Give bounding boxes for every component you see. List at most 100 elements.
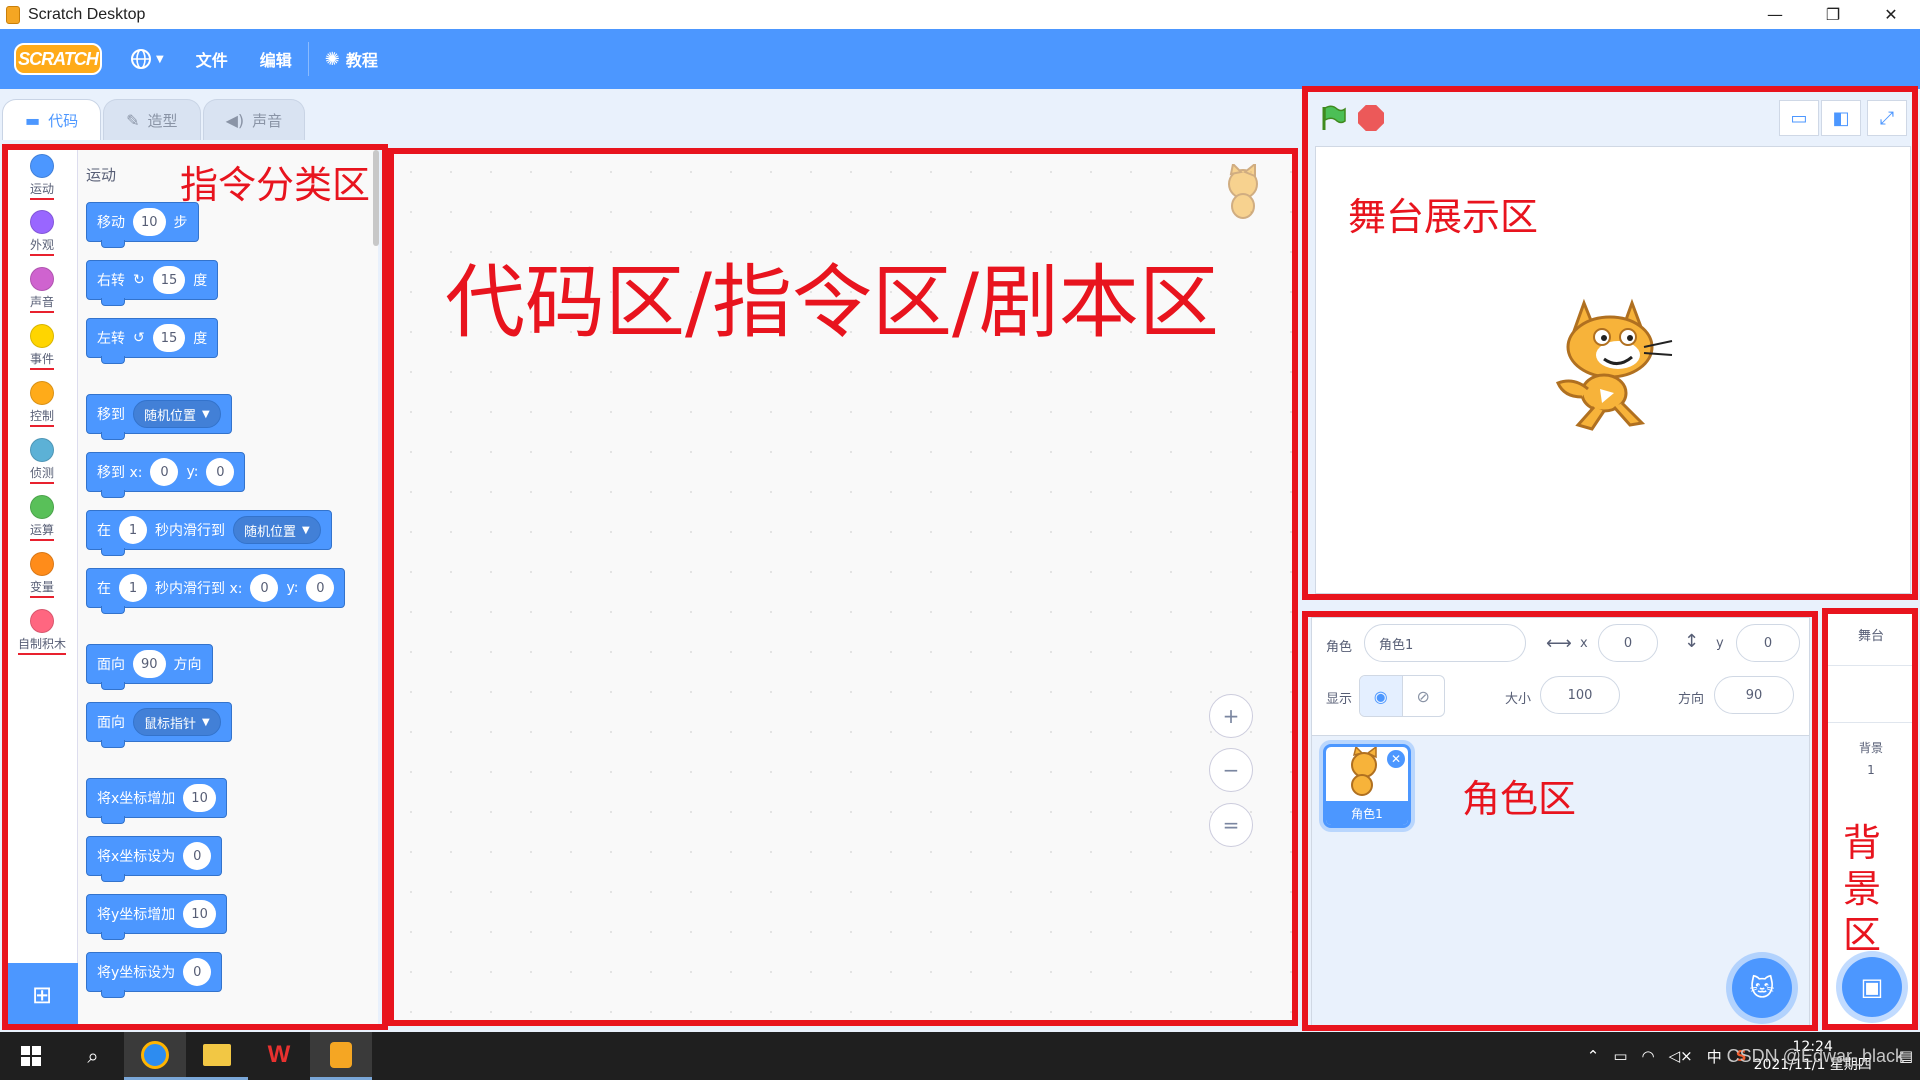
- speaker-icon: ◀): [225, 110, 245, 130]
- tab-code[interactable]: ▬ 代码: [2, 99, 102, 140]
- file-menu[interactable]: 文件: [180, 29, 244, 89]
- category-motion[interactable]: 运动: [6, 154, 78, 200]
- eye-off-icon[interactable]: ⊘: [1403, 676, 1445, 716]
- block-input[interactable]: 0: [183, 958, 212, 986]
- size-field[interactable]: 100: [1540, 676, 1620, 714]
- visibility-toggle[interactable]: ◉ ⊘: [1359, 675, 1445, 717]
- block-input[interactable]: 10: [183, 900, 216, 928]
- search-button[interactable]: ⌕: [62, 1032, 124, 1080]
- small-stage-button[interactable]: ▭: [1779, 100, 1819, 136]
- maximize-button[interactable]: ❐: [1804, 0, 1862, 29]
- wifi-icon[interactable]: ◠: [1642, 1047, 1655, 1065]
- block-dropdown[interactable]: 随机位置 ▼: [133, 400, 221, 428]
- language-menu[interactable]: ▼: [114, 29, 180, 89]
- battery-icon[interactable]: ▭: [1613, 1047, 1627, 1065]
- block-input[interactable]: 0: [306, 574, 335, 602]
- category-sound[interactable]: 声音: [6, 267, 78, 313]
- block-change-y[interactable]: 将y坐标增加 10: [86, 894, 227, 940]
- category-my-blocks[interactable]: 自制积木: [6, 609, 78, 655]
- normal-stage-button[interactable]: ◧: [1821, 100, 1861, 136]
- block-input[interactable]: 0: [183, 842, 212, 870]
- folder-icon: [203, 1043, 231, 1066]
- block-input[interactable]: 90: [133, 650, 166, 678]
- delete-sprite-icon[interactable]: ✕: [1387, 750, 1405, 768]
- block-point-direction[interactable]: 面向 90 方向: [86, 644, 213, 690]
- start-button[interactable]: [0, 1032, 62, 1080]
- direction-field[interactable]: 90: [1714, 676, 1794, 714]
- window-title: Scratch Desktop: [28, 5, 146, 23]
- sensing-dot: [30, 438, 54, 462]
- block-goto-xy[interactable]: 移到 x: 0 y: 0: [86, 452, 246, 498]
- block-goto[interactable]: 移到 随机位置 ▼: [86, 394, 232, 440]
- block-point-towards[interactable]: 面向 鼠标指针 ▼: [86, 702, 232, 748]
- sprite-tile[interactable]: ✕ 角色1: [1323, 744, 1411, 828]
- csdn-watermark: CSDN @Edwar_black: [1726, 1046, 1904, 1066]
- block-input[interactable]: 10: [183, 784, 216, 812]
- category-events[interactable]: 事件: [6, 324, 78, 370]
- x-field[interactable]: 0: [1598, 624, 1658, 662]
- minimize-button[interactable]: —: [1746, 0, 1804, 29]
- annotation-label-categories: 指令分类区: [180, 163, 371, 207]
- category-control[interactable]: 控制: [6, 381, 78, 427]
- backdrops-label: 背景: [1858, 741, 1883, 755]
- block-set-x[interactable]: 将x坐标设为 0: [86, 836, 223, 882]
- green-flag-icon[interactable]: [1319, 104, 1347, 132]
- category-sensing[interactable]: 侦测: [6, 438, 78, 484]
- x-arrows-icon: ⟷: [1546, 633, 1572, 654]
- chevron-up-icon[interactable]: ⌃: [1587, 1047, 1600, 1065]
- block-input[interactable]: 10: [133, 208, 166, 236]
- taskbar-app-browser[interactable]: [124, 1032, 186, 1080]
- add-extension-button[interactable]: ⊞: [6, 963, 78, 1027]
- eye-icon[interactable]: ◉: [1360, 676, 1403, 716]
- scratch-logo[interactable]: SCRATCH: [14, 43, 102, 75]
- y-field[interactable]: 0: [1736, 624, 1800, 662]
- block-input[interactable]: 0: [250, 574, 279, 602]
- tab-sounds[interactable]: ◀) 声音: [202, 99, 306, 140]
- block-input[interactable]: 15: [152, 324, 186, 352]
- choose-backdrop-button[interactable]: ▣: [1842, 957, 1902, 1017]
- block-input[interactable]: 1: [119, 574, 147, 602]
- edit-menu[interactable]: 编辑: [244, 29, 308, 89]
- category-label: 控制: [29, 407, 54, 427]
- sprite-cat[interactable]: [1544, 297, 1678, 437]
- fullscreen-button[interactable]: ⤢: [1867, 100, 1907, 136]
- block-turn-left[interactable]: 左转 ↺ 15 度: [86, 318, 219, 364]
- block-change-x[interactable]: 将x坐标增加 10: [86, 778, 227, 824]
- block-dropdown[interactable]: 鼠标指针 ▼: [133, 708, 221, 736]
- windows-taskbar: ⌕ W ⌃ ▭ ◠ ◁× 中 S 12:24 2021/11/1 星期四 ▤ C…: [0, 1032, 1920, 1080]
- block-text: 方向: [173, 657, 202, 673]
- palette-section-title: 运动: [86, 166, 117, 184]
- block-input[interactable]: 0: [150, 458, 179, 486]
- show-label: 显示: [1326, 692, 1353, 707]
- block-glide[interactable]: 在 1 秒内滑行到 随机位置 ▼: [86, 510, 332, 556]
- taskbar-app-explorer[interactable]: [186, 1032, 248, 1080]
- block-turn-right[interactable]: 右转 ↻ 15 度: [86, 260, 219, 306]
- block-dropdown[interactable]: 随机位置 ▼: [233, 516, 321, 544]
- window-controls: — ❐ ✕: [1746, 0, 1920, 29]
- ime-indicator[interactable]: 中: [1707, 1046, 1722, 1067]
- palette-scrollbar[interactable]: [373, 150, 379, 246]
- stop-icon[interactable]: [1358, 105, 1384, 131]
- category-variables[interactable]: 变量: [6, 552, 78, 598]
- block-input[interactable]: 0: [206, 458, 235, 486]
- search-icon: ⌕: [87, 1044, 99, 1068]
- tab-costumes[interactable]: ✎ 造型: [103, 99, 201, 140]
- block-text: 面向: [97, 657, 125, 673]
- volume-muted-icon[interactable]: ◁×: [1669, 1047, 1693, 1065]
- taskbar-app-wps[interactable]: W: [248, 1032, 310, 1080]
- category-looks[interactable]: 外观: [6, 210, 78, 256]
- close-button[interactable]: ✕: [1862, 0, 1920, 29]
- zoom-reset-button[interactable]: =: [1209, 803, 1253, 847]
- block-input[interactable]: 15: [152, 266, 186, 294]
- choose-sprite-button[interactable]: 🐱: [1732, 958, 1792, 1018]
- zoom-out-button[interactable]: −: [1209, 748, 1253, 792]
- block-input[interactable]: 1: [119, 516, 147, 544]
- block-glide-xy[interactable]: 在 1 秒内滑行到 x: 0 y: 0: [86, 568, 346, 614]
- block-set-y[interactable]: 将y坐标设为 0: [86, 952, 223, 998]
- category-label: 声音: [29, 293, 54, 313]
- tutorials-menu[interactable]: ✺ 教程: [309, 29, 394, 89]
- sprite-name-field[interactable]: 角色1: [1364, 624, 1526, 662]
- taskbar-app-scratch[interactable]: [310, 1032, 372, 1080]
- zoom-in-button[interactable]: +: [1209, 694, 1253, 738]
- category-operators[interactable]: 运算: [6, 495, 78, 541]
